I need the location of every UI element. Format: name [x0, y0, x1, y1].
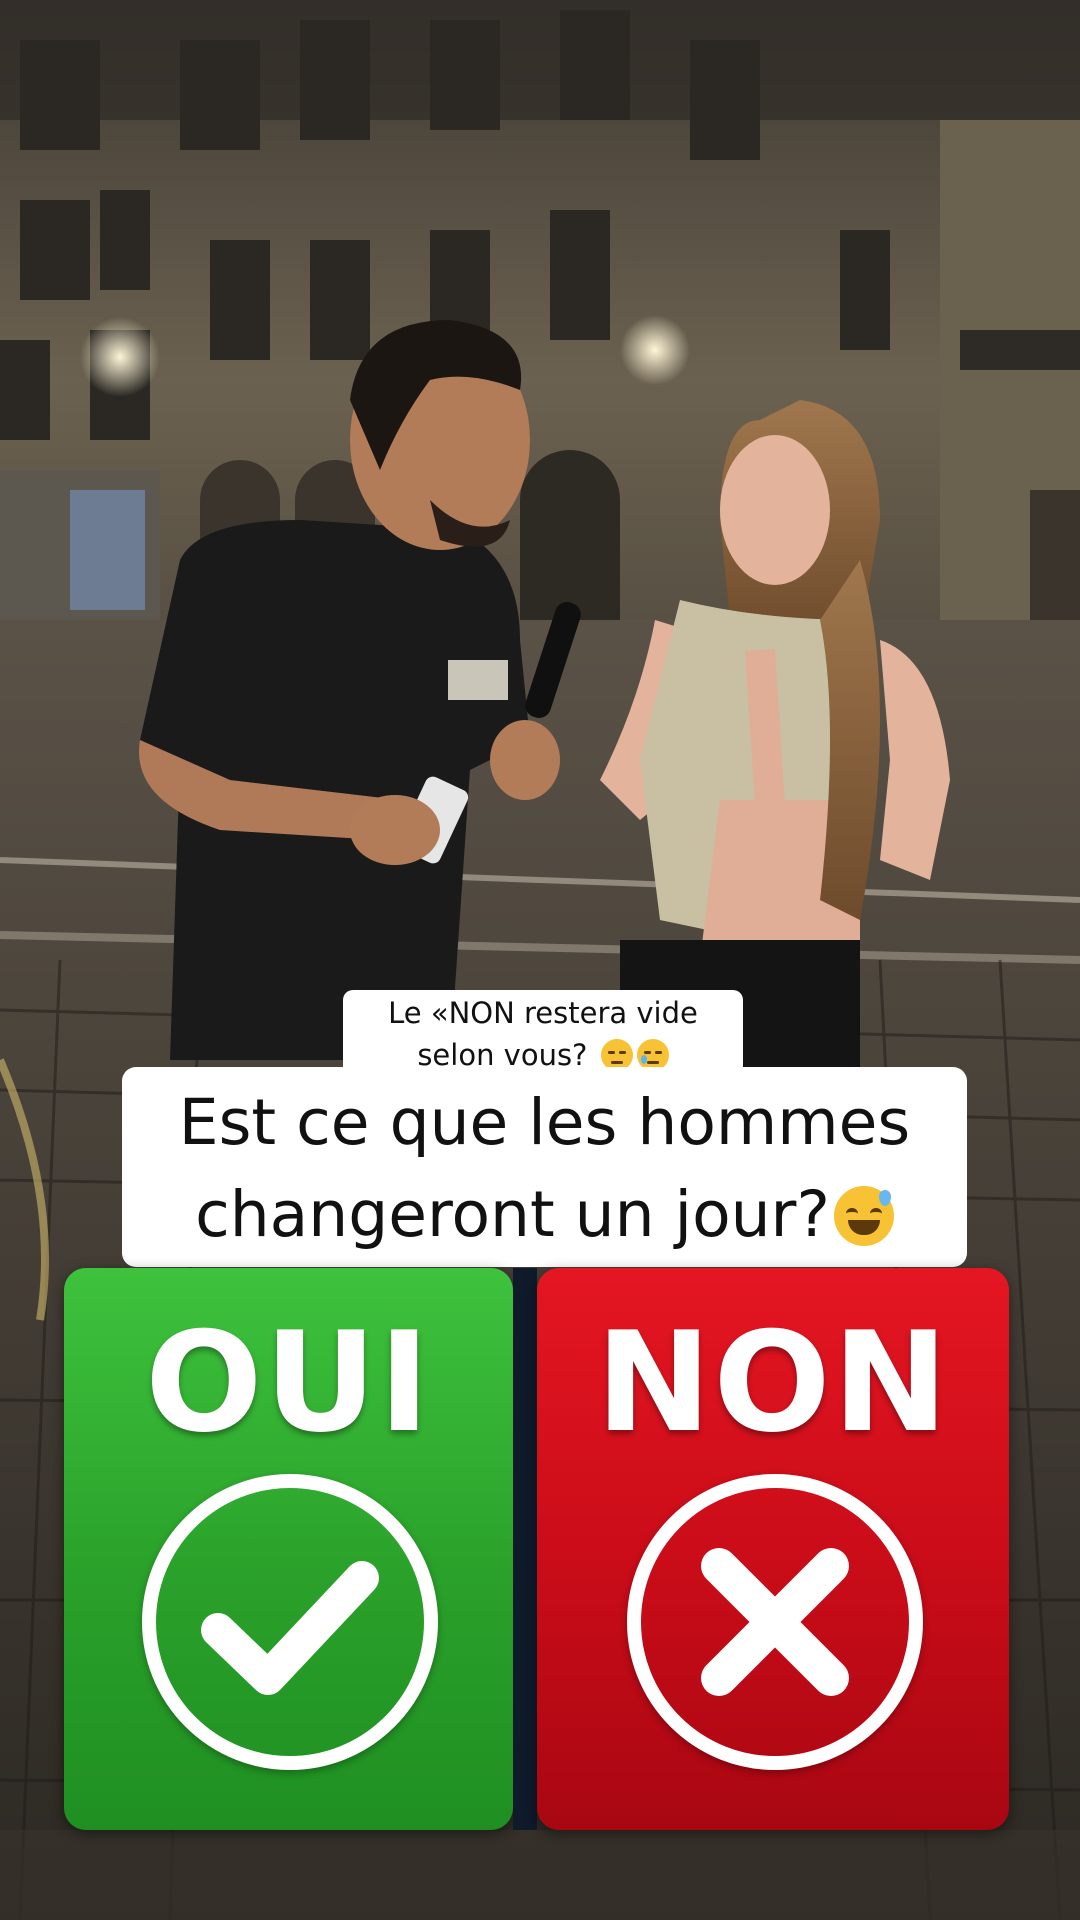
- grinning-sweat-face-icon: [833, 1186, 894, 1246]
- x-icon: [627, 1474, 923, 1770]
- caption-small-line1: Le «NON restera vide: [388, 996, 698, 1030]
- check-icon: [142, 1474, 438, 1770]
- choice-yes-label: OUI: [145, 1302, 432, 1463]
- choice-yes-card[interactable]: OUI: [64, 1268, 513, 1830]
- caption-main-line1: Est ce que les hommes: [178, 1086, 911, 1159]
- choice-no-label: NON: [595, 1302, 951, 1463]
- card-divider: [513, 1268, 537, 1830]
- caption-question-main: Est ce que les hommes changeront un jour…: [122, 1067, 967, 1267]
- caption-main-line2: changeront un jour?: [195, 1178, 830, 1251]
- choice-no-card[interactable]: NON: [537, 1268, 1009, 1830]
